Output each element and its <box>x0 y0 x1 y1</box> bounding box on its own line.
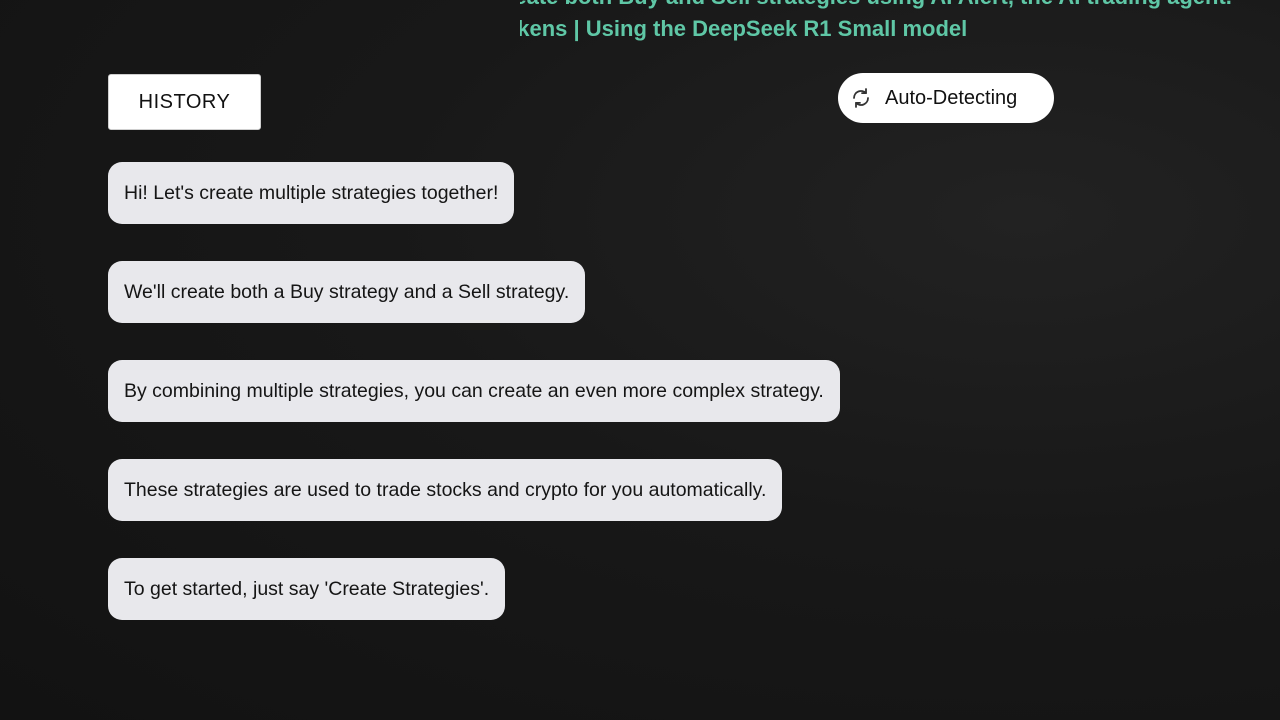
auto-detecting-button[interactable]: Auto-Detecting <box>838 73 1054 123</box>
announcement-line-2: Reward: 20 tokens | Using the DeepSeek R… <box>520 16 968 41</box>
refresh-icon <box>849 86 873 110</box>
announcement-banner: user: Create both Buy and Sell strategie… <box>520 0 1280 50</box>
history-button[interactable]: HISTORY <box>108 74 261 130</box>
auto-detecting-label: Auto-Detecting <box>885 86 1018 109</box>
chat-message: Hi! Let's create multiple strategies tog… <box>108 162 515 224</box>
announcement-line-1: user: Create both Buy and Sell strategie… <box>520 0 1232 10</box>
chat-message: To get started, just say 'Create Strateg… <box>108 558 506 620</box>
chat-message: These strategies are used to trade stock… <box>108 459 783 521</box>
chat-message: By combining multiple strategies, you ca… <box>108 360 840 422</box>
chat-message: We'll create both a Buy strategy and a S… <box>108 261 586 323</box>
